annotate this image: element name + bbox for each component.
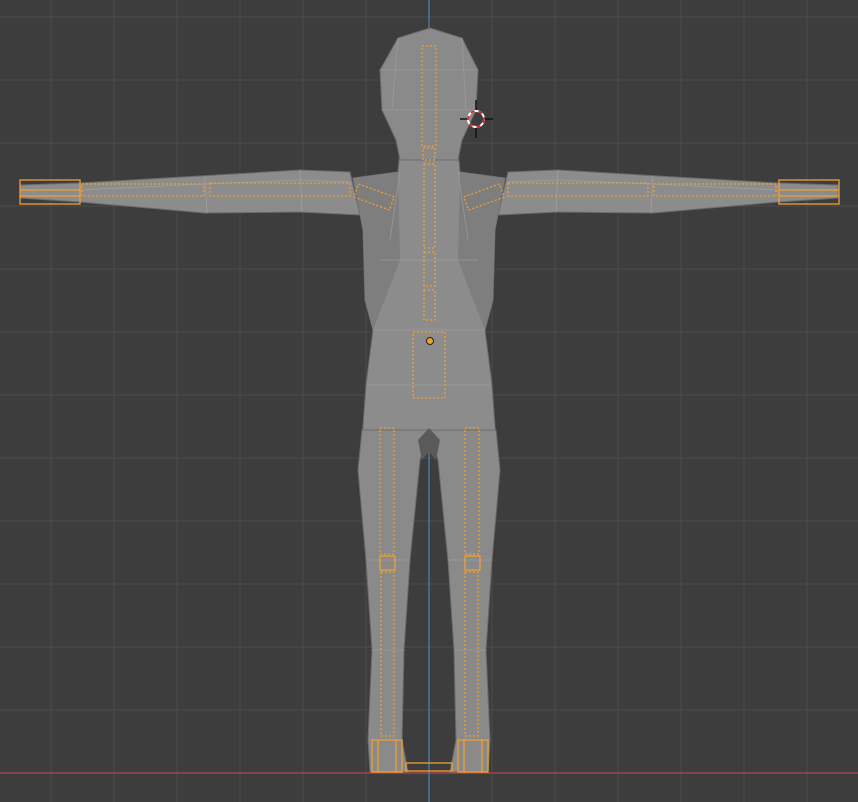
object-origin-icon [426,337,434,345]
viewport-canvas[interactable] [0,0,858,802]
head-mesh [379,27,479,161]
arm-left-mesh [19,169,361,216]
3d-viewport[interactable] [0,0,858,802]
arm-right-mesh [497,169,839,216]
